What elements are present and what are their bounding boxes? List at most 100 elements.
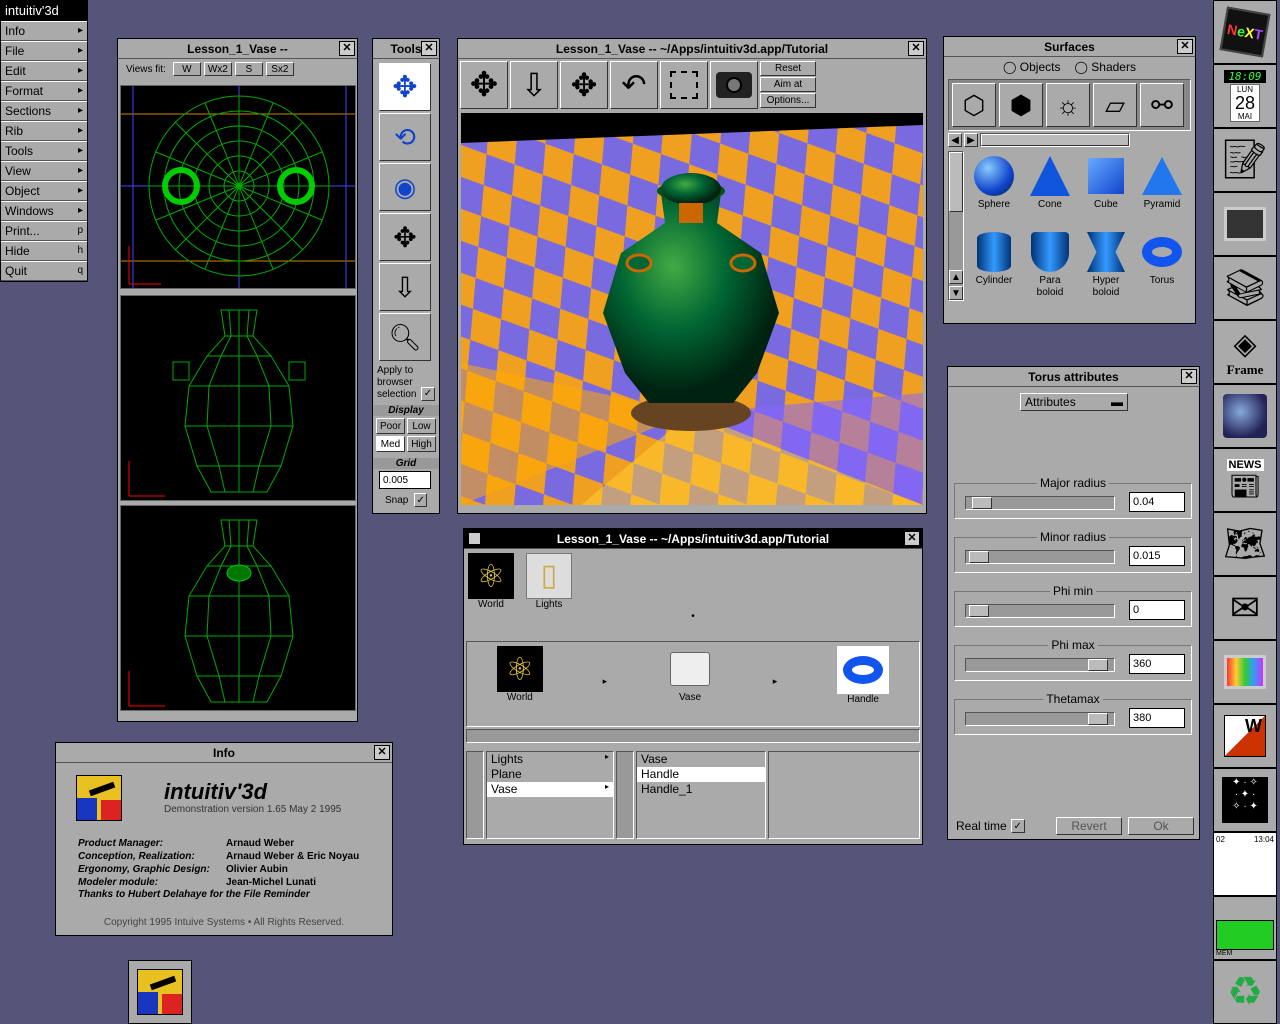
shaders-radio[interactable]: ◯ Shaders: [1074, 60, 1135, 74]
dock-mem-tile[interactable]: MEM: [1213, 896, 1277, 960]
navigate-button[interactable]: ✥: [460, 61, 508, 109]
display-med-button[interactable]: Med: [376, 436, 405, 452]
dolly-tool-button[interactable]: ⇩: [379, 263, 431, 311]
dock-next-tile[interactable]: NeXT: [1213, 0, 1277, 64]
dock-clock-tile[interactable]: 18:09 LUN 28 MAI: [1213, 64, 1277, 128]
surface-torus[interactable]: Torus: [1134, 229, 1190, 301]
param-value-field[interactable]: 380: [1129, 708, 1185, 728]
spin-tool-button[interactable]: ⟲: [379, 113, 431, 161]
aim-at-button[interactable]: Aim at: [760, 77, 816, 92]
camera-title-bar[interactable]: Lesson_1_Vase -- ~/Apps/intuitiv3d.app/T…: [458, 39, 926, 59]
snap-checkbox[interactable]: ✓: [414, 493, 427, 507]
menu-item-sections[interactable]: Sections ▸: [1, 101, 87, 121]
menu-item-view[interactable]: View ▸: [1, 161, 87, 181]
dock-cpu-tile[interactable]: 02 13:04: [1213, 832, 1277, 896]
frame-button[interactable]: [660, 61, 708, 109]
menu-item-hide[interactable]: Hide h: [1, 241, 87, 261]
browser-row[interactable]: Vase: [637, 752, 765, 767]
path-vase-button[interactable]: Vase: [667, 646, 713, 704]
param-slider[interactable]: [965, 712, 1115, 726]
rotate-tool-button[interactable]: ✥: [379, 63, 431, 111]
ok-button[interactable]: Ok: [1128, 817, 1194, 835]
dock-monitor-tile[interactable]: [1213, 640, 1277, 704]
close-icon[interactable]: ✕: [374, 745, 390, 760]
browser-title-bar[interactable]: Lesson_1_Vase -- ~/Apps/intuitiv3d.app/T…: [464, 529, 922, 549]
tools-title-bar[interactable]: Tools ✕: [373, 39, 439, 59]
top-viewport[interactable]: [120, 85, 356, 289]
grid-value-field[interactable]: 0.005: [379, 471, 431, 489]
close-icon[interactable]: ✕: [1177, 39, 1193, 54]
surface-hyperboloid[interactable]: Hyper boloid: [1078, 229, 1134, 301]
slider-knob[interactable]: [969, 551, 989, 563]
dock-editor-tile[interactable]: 📝︎: [1213, 128, 1277, 192]
compass-button[interactable]: ⚯: [1140, 83, 1184, 127]
ortho-title-bar[interactable]: Lesson_1_Vase -- ✕: [118, 39, 357, 59]
dock-frame-tile[interactable]: ◈ Frame: [1213, 320, 1277, 384]
path-world-button[interactable]: ⚛ World: [496, 646, 543, 704]
fit-wx2-button[interactable]: Wx2: [203, 62, 232, 76]
slider-knob[interactable]: [972, 497, 992, 509]
browser-row[interactable]: Handle_1: [637, 782, 765, 797]
dock-earth-tile[interactable]: [1213, 384, 1277, 448]
miniaturize-icon[interactable]: [468, 532, 481, 545]
close-icon[interactable]: ✕: [421, 41, 437, 56]
menu-item-windows[interactable]: Windows ▸: [1, 201, 87, 221]
menu-item-print[interactable]: Print... p: [1, 221, 87, 241]
vertical-scrollbar[interactable]: ▲ ▼: [948, 151, 964, 301]
solid-cube-button[interactable]: ⬢: [999, 83, 1043, 127]
realtime-checkbox[interactable]: ✓: [1010, 819, 1025, 833]
browser-row[interactable]: Lights ▸: [487, 752, 613, 767]
options-button[interactable]: Options...: [760, 93, 816, 108]
menu-item-file[interactable]: File ▸: [1, 41, 87, 61]
turn-button[interactable]: ↶: [610, 61, 658, 109]
slider-knob[interactable]: [1088, 713, 1108, 725]
display-poor-button[interactable]: Poor: [376, 418, 405, 434]
close-icon[interactable]: ✕: [1181, 369, 1197, 384]
fit-w-button[interactable]: W: [172, 62, 201, 76]
box-button[interactable]: ▱: [1093, 83, 1137, 127]
param-value-field[interactable]: 0.04: [1129, 492, 1185, 512]
objects-radio[interactable]: ◯ Objects: [1003, 60, 1060, 74]
dock-stars-tile[interactable]: ✦ · ✧ · ✦ · ✧ · ✦: [1213, 768, 1277, 832]
surface-sphere[interactable]: Sphere: [966, 153, 1022, 225]
scroll-down-button[interactable]: ▼: [949, 286, 963, 300]
display-low-button[interactable]: Low: [407, 418, 436, 434]
move-tool-button[interactable]: ✥: [379, 213, 431, 261]
menu-item-object[interactable]: Object ▸: [1, 181, 87, 201]
browser-row[interactable]: Vase ▸: [487, 782, 613, 797]
orbit-tool-button[interactable]: ◉: [379, 163, 431, 211]
dock-mail-tile[interactable]: ✉: [1213, 576, 1277, 640]
menu-item-edit[interactable]: Edit ▸: [1, 61, 87, 81]
close-icon[interactable]: ✕: [908, 41, 924, 56]
param-slider[interactable]: [965, 658, 1115, 672]
surface-cube[interactable]: Cube: [1078, 153, 1134, 225]
app-icon-tile[interactable]: [128, 960, 192, 1024]
wireframe-cube-button[interactable]: ⬡: [952, 83, 996, 127]
slider-knob[interactable]: [1088, 659, 1108, 671]
scroll-right-button[interactable]: ▶: [964, 133, 978, 147]
surface-pyramid[interactable]: Pyramid: [1134, 153, 1190, 225]
surface-cylinder[interactable]: Cylinder: [966, 229, 1022, 301]
light-button[interactable]: ☼: [1046, 83, 1090, 127]
surface-cone[interactable]: Cone: [1022, 153, 1078, 225]
close-icon[interactable]: ✕: [339, 41, 355, 56]
dock-map-tile[interactable]: 🗺︎: [1213, 512, 1277, 576]
revert-button[interactable]: Revert: [1056, 817, 1122, 835]
close-icon[interactable]: ✕: [904, 531, 920, 546]
param-slider[interactable]: [965, 496, 1115, 510]
menu-item-rib[interactable]: Rib ▸: [1, 121, 87, 141]
down-button[interactable]: ⇩: [510, 61, 558, 109]
surface-paraboloid[interactable]: Para boloid: [1022, 229, 1078, 301]
column1-scrollbar[interactable]: [466, 751, 484, 839]
zoom-tool-button[interactable]: 🔍︎: [379, 313, 431, 361]
surfaces-title-bar[interactable]: Surfaces ✕: [944, 37, 1195, 57]
browser-row[interactable]: Plane: [487, 767, 613, 782]
dock-write-tile[interactable]: W: [1213, 704, 1277, 768]
render-viewport[interactable]: [461, 113, 923, 505]
fit-sx2-button[interactable]: Sx2: [265, 62, 294, 76]
slider-knob[interactable]: [969, 605, 989, 617]
camera-button[interactable]: [710, 61, 758, 109]
dock-recycler-tile[interactable]: ♻: [1213, 960, 1277, 1024]
dock-books-tile[interactable]: 📚︎: [1213, 256, 1277, 320]
world-icon-button[interactable]: ⚛ World: [468, 553, 514, 611]
